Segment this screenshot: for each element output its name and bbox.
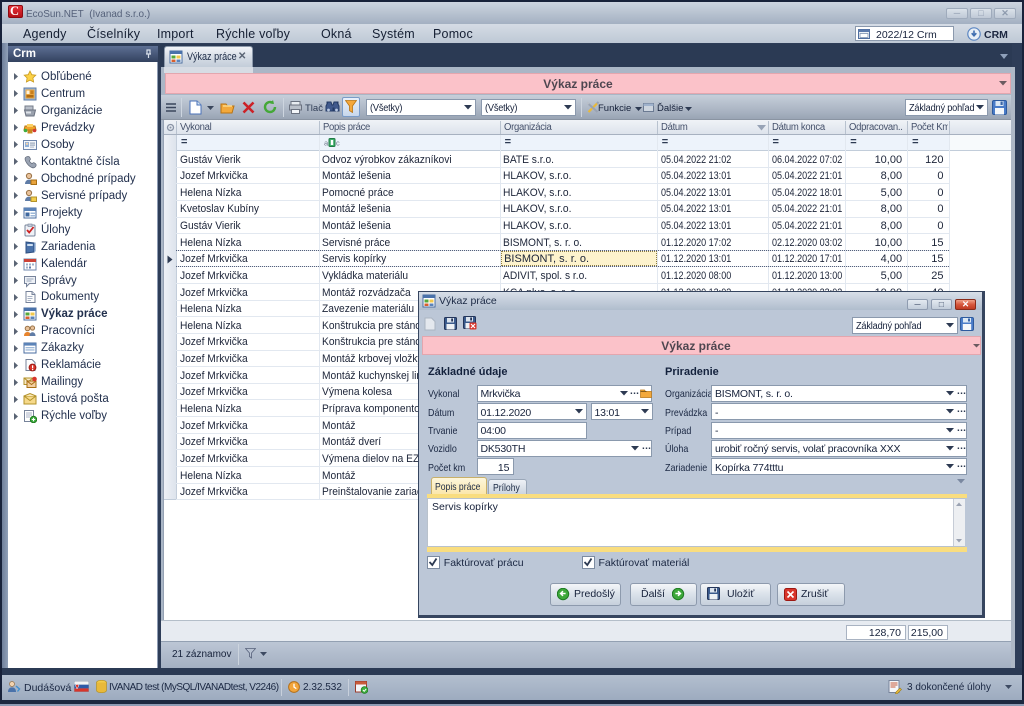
svg-text:c: c bbox=[336, 139, 340, 148]
svg-text:a: a bbox=[324, 139, 329, 148]
